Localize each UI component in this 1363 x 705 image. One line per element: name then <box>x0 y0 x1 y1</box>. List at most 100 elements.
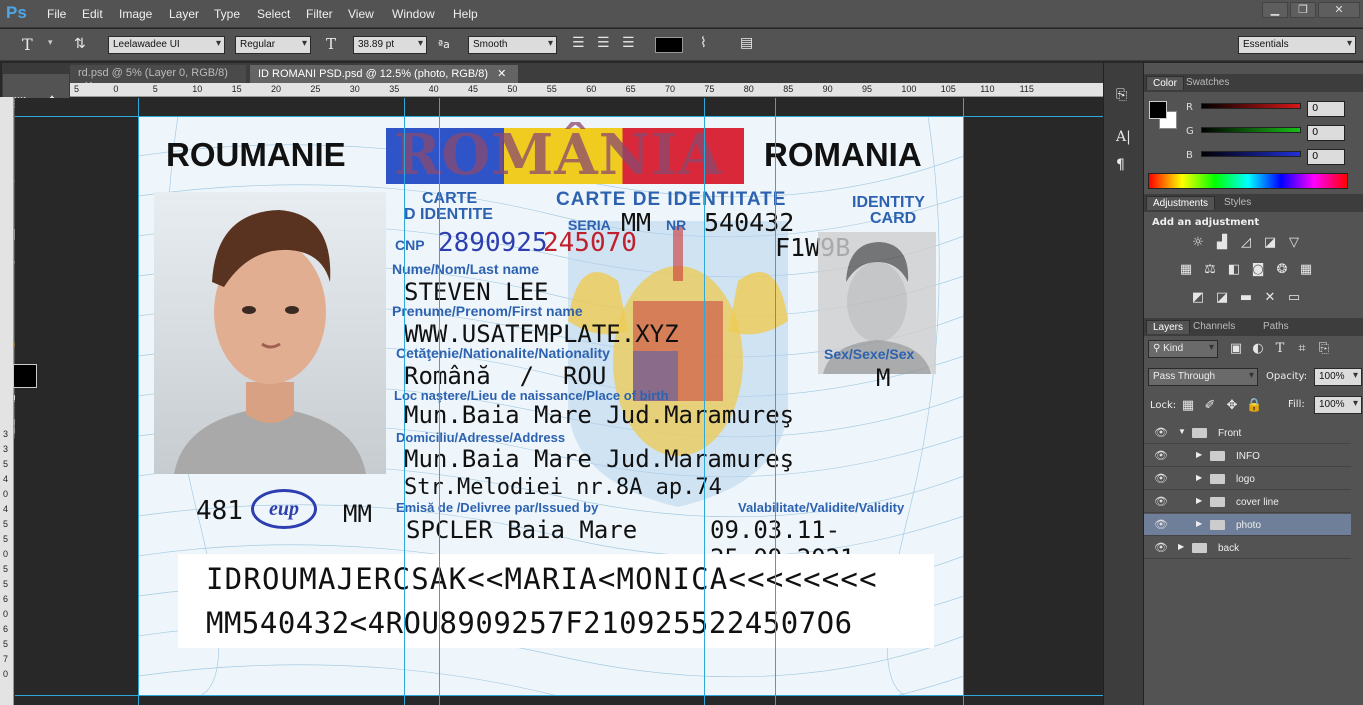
posterize-icon[interactable]: ◪ <box>1214 290 1230 306</box>
visibility-eye-icon[interactable]: 👁 <box>1154 495 1168 508</box>
blend-mode-dropdown[interactable]: Pass Through <box>1148 368 1258 386</box>
expand-arrow-icon[interactable]: ▶ <box>1196 519 1202 528</box>
visibility-eye-icon[interactable]: 👁 <box>1154 541 1168 554</box>
type-tool-icon[interactable]: T <box>22 35 33 54</box>
green-value[interactable]: 0 <box>1307 125 1345 141</box>
color-lookup-icon[interactable]: ▦ <box>1298 262 1314 278</box>
black-white-icon[interactable]: ◧ <box>1226 262 1242 278</box>
foreground-color-swatch[interactable] <box>13 364 37 388</box>
menu-layer[interactable]: Layer <box>169 7 199 21</box>
font-style-dropdown[interactable]: Regular <box>235 36 311 54</box>
expand-arrow-icon[interactable]: ▶ <box>1178 542 1184 551</box>
address-line-2: Str.Melodiei nr.8A ap.74 <box>404 475 722 500</box>
foreground-color-chip[interactable] <box>1149 101 1167 119</box>
menu-edit[interactable]: Edit <box>82 7 103 21</box>
menu-help[interactable]: Help <box>453 7 478 21</box>
text-color-swatch[interactable] <box>655 37 683 53</box>
layer-row-info[interactable]: 👁 ▶ INFO <box>1144 445 1351 467</box>
tab-close-icon[interactable]: ✕ <box>497 68 506 80</box>
character-panel-dock-icon[interactable]: A| <box>1116 129 1131 145</box>
layer-row-back[interactable]: 👁 ▶ back <box>1144 537 1351 559</box>
anti-alias-dropdown[interactable]: Smooth <box>468 36 557 54</box>
red-value[interactable]: 0 <box>1307 101 1345 117</box>
character-panel-icon[interactable]: ▤ <box>740 35 753 51</box>
tool-preset-dropdown-icon[interactable]: ▾ <box>48 38 53 48</box>
layer-row-front[interactable]: 👁 ▼ Front <box>1144 422 1351 444</box>
adjustment-filter-icon[interactable]: ◐ <box>1250 341 1266 357</box>
visibility-eye-icon[interactable]: 👁 <box>1154 472 1168 485</box>
opacity-value[interactable]: 100% <box>1314 368 1362 386</box>
tab-adjustments[interactable]: Adjustments <box>1146 196 1216 210</box>
photo-filter-icon[interactable]: ◙ <box>1250 262 1266 278</box>
lock-all-icon[interactable]: 🔒 <box>1246 398 1262 414</box>
document-canvas[interactable]: ROUMANIE ROMÂNIA ROMANIA CARTE D IDENTIT… <box>15 98 1103 705</box>
layer-row-photo[interactable]: 👁 ▶ photo <box>1144 514 1351 536</box>
pixel-filter-icon[interactable]: ▣ <box>1228 341 1244 357</box>
layer-row-cover-line[interactable]: 👁 ▶ cover line <box>1144 491 1351 513</box>
font-size-dropdown[interactable]: 38.89 pt <box>353 36 427 54</box>
type-filter-icon[interactable]: T <box>1272 341 1288 357</box>
curves-icon[interactable]: ◿ <box>1238 235 1254 251</box>
ruler-tick-label: 5 <box>3 459 9 469</box>
tab-color[interactable]: Color <box>1146 76 1184 90</box>
menu-file[interactable]: File <box>47 7 66 21</box>
menu-select[interactable]: Select <box>257 7 290 21</box>
layer-kind-filter[interactable]: ⚲ Kind <box>1148 340 1218 358</box>
vibrance-icon[interactable]: ▽ <box>1286 235 1302 251</box>
color-balance-icon[interactable]: ⚖ <box>1202 262 1218 278</box>
menu-filter[interactable]: Filter <box>306 7 333 21</box>
visibility-eye-icon[interactable]: 👁 <box>1154 449 1168 462</box>
expand-arrow-icon[interactable]: ▶ <box>1196 496 1202 505</box>
selective-color-icon[interactable]: ✕ <box>1262 290 1278 306</box>
tab-document-1[interactable]: rd.psd @ 5% (Layer 0, RGB/8) ✕ <box>70 65 246 92</box>
fill-value[interactable]: 100% <box>1314 396 1362 414</box>
menu-view[interactable]: View <box>348 7 374 21</box>
tab-styles[interactable]: Styles <box>1218 196 1257 209</box>
visibility-eye-icon[interactable]: 👁 <box>1154 518 1168 531</box>
restore-button[interactable]: ❐ <box>1290 2 1316 18</box>
threshold-icon[interactable]: ▬ <box>1238 290 1254 306</box>
color-spectrum-bar[interactable] <box>1148 173 1348 189</box>
align-left-icon[interactable]: ☰ <box>572 35 585 51</box>
toolbox-header[interactable] <box>3 64 69 74</box>
layer-row-logo[interactable]: 👁 ▶ logo <box>1144 468 1351 490</box>
tab-channels[interactable]: Channels <box>1187 320 1241 333</box>
lock-transparent-icon[interactable]: ▦ <box>1180 398 1196 414</box>
visibility-eye-icon[interactable]: 👁 <box>1154 426 1168 439</box>
hue-saturation-icon[interactable]: ▦ <box>1178 262 1194 278</box>
tab-layers[interactable]: Layers <box>1146 320 1191 334</box>
paragraph-panel-icon[interactable]: ¶ <box>1116 157 1125 173</box>
align-center-icon[interactable]: ☰ <box>597 35 610 51</box>
history-panel-icon[interactable]: ⎘ <box>1116 87 1127 103</box>
workspace-dropdown[interactable]: Essentials <box>1238 36 1356 54</box>
lock-position-icon[interactable]: ✥ <box>1224 398 1240 414</box>
font-family-dropdown[interactable]: Leelawadee UI <box>108 36 225 54</box>
tab-swatches[interactable]: Swatches <box>1180 76 1235 89</box>
invert-icon[interactable]: ◩ <box>1190 290 1206 306</box>
brightness-icon[interactable]: ☼ <box>1190 235 1206 251</box>
red-slider[interactable] <box>1201 103 1301 109</box>
smart-object-filter-icon[interactable]: ⎘ <box>1316 341 1332 357</box>
exposure-icon[interactable]: ◪ <box>1262 235 1278 251</box>
align-right-icon[interactable]: ☰ <box>622 35 635 51</box>
shape-filter-icon[interactable]: ⌗ <box>1294 341 1310 357</box>
tab-document-2[interactable]: ID ROMANI PSD.psd @ 12.5% (photo, RGB/8)… <box>250 65 518 83</box>
channel-mixer-icon[interactable]: ❂ <box>1274 262 1290 278</box>
menu-image[interactable]: Image <box>119 7 152 21</box>
close-window-button[interactable]: ✕ <box>1318 2 1360 18</box>
expand-arrow-icon[interactable]: ▼ <box>1178 427 1186 436</box>
menu-type[interactable]: Type <box>214 7 240 21</box>
tab-paths[interactable]: Paths <box>1257 320 1295 333</box>
menu-window[interactable]: Window <box>392 7 435 21</box>
green-slider[interactable] <box>1201 127 1301 133</box>
levels-icon[interactable]: ▟ <box>1214 235 1230 251</box>
blue-slider[interactable] <box>1201 151 1301 157</box>
blue-value[interactable]: 0 <box>1307 149 1345 165</box>
lock-image-icon[interactable]: ✐ <box>1202 398 1218 414</box>
gradient-map-icon[interactable]: ▭ <box>1286 290 1302 306</box>
expand-arrow-icon[interactable]: ▶ <box>1196 473 1202 482</box>
expand-arrow-icon[interactable]: ▶ <box>1196 450 1202 459</box>
warp-text-icon[interactable]: ⌇ <box>700 35 707 51</box>
toggle-orientation-icon[interactable]: ⇅ <box>74 36 86 52</box>
minimize-button[interactable]: ▁ <box>1262 2 1288 18</box>
